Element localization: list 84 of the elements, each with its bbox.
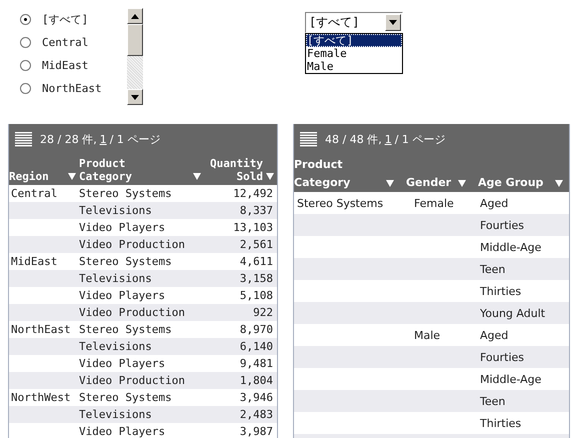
dropdown[interactable]: [すべて] [305, 12, 403, 33]
sort-arrow-icon[interactable] [555, 180, 563, 187]
radio-button[interactable] [20, 14, 31, 25]
table-cell: NorthEast [11, 323, 71, 336]
scroll-thumb[interactable] [127, 24, 143, 56]
sort-arrow-icon[interactable] [458, 180, 466, 187]
column-header[interactable]: Age Group [478, 174, 551, 192]
table-cell: Middle-Age [480, 240, 542, 254]
table-cell: Female [414, 196, 454, 210]
table-cell: Stereo Systems [79, 323, 172, 336]
table-cell: 3,946 [240, 391, 273, 404]
table-cell: Televisions [79, 272, 152, 285]
table-cell: 1,804 [240, 374, 273, 387]
table-cell: 9,481 [240, 357, 273, 370]
table-cell: Male [414, 328, 440, 342]
table-cell: Video Production [79, 306, 185, 319]
dropdown-option[interactable]: Male [306, 60, 402, 73]
table-cell: Fourties [480, 218, 524, 232]
sort-arrow-icon[interactable] [386, 180, 394, 187]
radio-button[interactable] [20, 60, 31, 71]
table-cell: Aged [480, 196, 508, 210]
page-link[interactable]: 1 [384, 133, 392, 146]
table-cell: 13,103 [233, 221, 273, 234]
radio-label: Central [42, 36, 88, 49]
table-cell: 2,483 [240, 408, 273, 421]
table-cell: Televisions [79, 204, 152, 217]
table-cell: Video Players [79, 357, 166, 370]
dropdown-option[interactable]: Female [306, 47, 402, 60]
table-cell: Thirties [480, 284, 522, 298]
dropdown-option[interactable]: [すべて] [306, 34, 402, 47]
table-cell: Aged [480, 328, 508, 342]
table-cell: Central [11, 187, 58, 200]
scroll-down-icon[interactable] [127, 89, 143, 105]
table-cell: 922 [253, 306, 273, 319]
table-cell: 12,492 [233, 187, 273, 200]
radio-button[interactable] [20, 83, 31, 94]
table-cell: 3,158 [240, 272, 273, 285]
table-cell: Stereo Systems [297, 196, 384, 210]
table-cell: 4,611 [240, 255, 273, 268]
column-header[interactable]: Product Category [294, 156, 382, 192]
menu-icon[interactable] [300, 132, 317, 147]
table-cell: Video Players [79, 425, 166, 438]
scrollbar[interactable] [127, 8, 143, 105]
column-header[interactable]: Quantity Sold [204, 157, 263, 183]
sort-arrow-icon[interactable] [193, 173, 201, 180]
table-cell: Video Production [79, 374, 185, 387]
table-cell: Fourties [480, 350, 524, 364]
table-cell: Teen [480, 394, 506, 408]
page-total: / 1 ページ [394, 132, 446, 147]
table-cell: 3,987 [240, 425, 273, 438]
sort-arrow-icon[interactable] [68, 173, 76, 180]
column-header[interactable]: Gender [406, 174, 454, 192]
table-cell: Teen [480, 262, 506, 276]
table-cell: NorthWest [11, 391, 71, 404]
table-cell: Young Adult [480, 306, 546, 320]
table-cell: MidEast [11, 255, 58, 268]
column-header[interactable]: Region [9, 170, 65, 183]
scroll-up-icon[interactable] [127, 8, 143, 24]
radio-label: MidEast [42, 59, 88, 72]
page-total: / 1 ページ [110, 132, 160, 147]
radio-label: NorthEast [42, 82, 102, 95]
table-cell: Stereo Systems [79, 391, 172, 404]
sort-arrow-icon[interactable] [266, 173, 274, 180]
table-cell: Video Players [79, 289, 166, 302]
menu-icon[interactable] [15, 132, 32, 147]
record-count: 28 / 28 件, [40, 132, 97, 147]
record-count: 48 / 48 件, [325, 132, 382, 147]
table-cell: 6,140 [240, 340, 273, 353]
table-cell: 8,970 [240, 323, 273, 336]
table-cell: Stereo Systems [79, 187, 172, 200]
table-cell: Televisions [79, 408, 152, 421]
table-cell: 2,561 [240, 238, 273, 251]
table-cell: Video Production [79, 238, 185, 251]
radio-label: [すべて] [42, 12, 88, 27]
column-header[interactable]: Product Category [79, 157, 190, 183]
table-cell: Middle-Age [480, 372, 542, 386]
radio-button[interactable] [20, 37, 31, 48]
table-cell: 8,337 [240, 204, 273, 217]
table-cell: Thirties [480, 416, 522, 430]
table-cell: Televisions [79, 340, 152, 353]
table-cell: Stereo Systems [79, 255, 172, 268]
table-cell: Video Players [79, 221, 166, 234]
page-link[interactable]: 1 [100, 133, 107, 146]
table-cell: 5,108 [240, 289, 273, 302]
